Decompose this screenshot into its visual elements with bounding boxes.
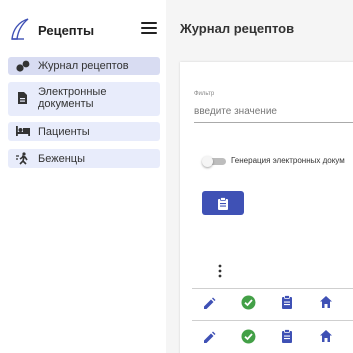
main-content: Журнал рецептов Фильтр Генерация электро…: [166, 0, 353, 353]
more-vertical-icon[interactable]: [217, 264, 223, 278]
sidebar-item-label: Пациенты: [38, 126, 90, 138]
hamburger-menu-icon[interactable]: [141, 22, 157, 36]
home-icon[interactable]: [319, 295, 333, 309]
sidebar: Рецепты Журнал рецептов Электронные доку…: [0, 0, 166, 353]
sidebar-item-electronic-documents[interactable]: Электронные документы: [8, 82, 160, 116]
clipboard-icon[interactable]: [281, 295, 293, 309]
page-header: Журнал рецептов: [166, 0, 353, 46]
clipboard-icon: [218, 196, 228, 210]
clipboard-icon[interactable]: [281, 329, 293, 343]
people-icon: [16, 60, 30, 72]
sidebar-item-refugees[interactable]: Беженцы: [8, 149, 160, 168]
app-title: Рецепты: [38, 23, 95, 38]
sidebar-item-label: Журнал рецептов: [38, 60, 129, 72]
table-row: [192, 320, 353, 348]
sidebar-item-label: Беженцы: [38, 153, 85, 165]
edit-icon[interactable]: [202, 331, 216, 345]
home-icon[interactable]: [319, 329, 333, 343]
generate-documents-toggle[interactable]: [202, 156, 226, 167]
filter-label: Фильтр: [194, 91, 215, 97]
page-title: Журнал рецептов: [180, 21, 295, 36]
check-circle-icon[interactable]: [241, 295, 256, 310]
edit-icon[interactable]: [202, 297, 216, 311]
document-icon: [18, 92, 27, 104]
bed-icon: [16, 126, 30, 136]
journal-card: Фильтр Генерация электронных докум: [180, 62, 353, 353]
brand-header: Рецепты: [0, 0, 166, 46]
table-row: [192, 288, 353, 316]
filter-input[interactable]: [194, 106, 353, 123]
sidebar-item-label: Электронные документы: [38, 86, 107, 110]
sidebar-item-patients[interactable]: Пациенты: [8, 122, 160, 141]
sidebar-item-recipe-journal[interactable]: Журнал рецептов: [8, 57, 160, 75]
toggle-label: Генерация электронных докум: [231, 156, 345, 165]
app-logo-icon: [11, 18, 29, 40]
check-circle-icon[interactable]: [241, 329, 256, 344]
document-action-button[interactable]: [202, 191, 244, 215]
running-person-icon: [16, 152, 28, 165]
